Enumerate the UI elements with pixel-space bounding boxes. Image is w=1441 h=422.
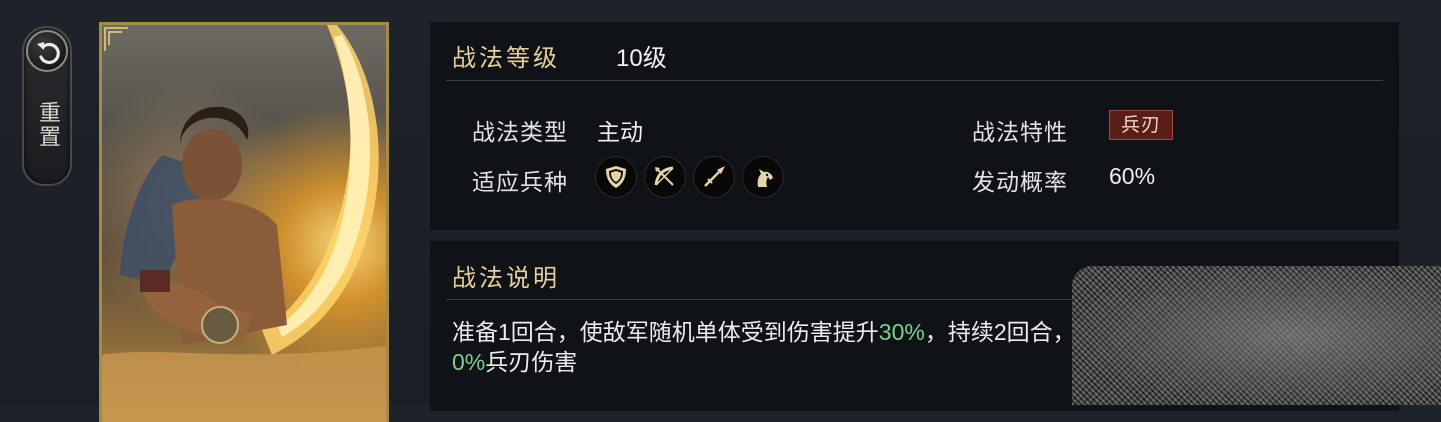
undo-icon[interactable] bbox=[26, 30, 68, 72]
trait-label: 战法特性 bbox=[972, 119, 1068, 145]
rate-value: 60% bbox=[1109, 163, 1156, 189]
type-value: 主动 bbox=[597, 119, 643, 145]
type-label: 战法类型 bbox=[472, 119, 568, 145]
description-segment: ，持续2回合， bbox=[924, 319, 1076, 345]
description-highlight: 0% bbox=[452, 349, 486, 375]
units-label: 适应兵种 bbox=[472, 169, 568, 195]
obscured-overlay bbox=[1072, 266, 1441, 405]
trait-badge: 兵刃 bbox=[1109, 110, 1173, 140]
description-segment: 准备1回合，使敌军随机单体受到伤害提升 bbox=[452, 319, 879, 345]
description-highlight: 30% bbox=[878, 319, 925, 345]
shield-icon bbox=[596, 157, 636, 197]
skill-card-portrait bbox=[99, 22, 389, 422]
skill-info-panel: 战法等级 10级 战法类型 主动 战法特性 兵刃 适应兵种 发动概率 60% bbox=[430, 22, 1399, 230]
reset-label: 重置 bbox=[35, 101, 60, 149]
reset-button[interactable]: 重置 bbox=[22, 26, 72, 186]
bow-icon bbox=[645, 157, 685, 197]
description-segment: 兵刃伤害 bbox=[485, 349, 578, 375]
spear-icon bbox=[694, 157, 734, 197]
warrior-illustration bbox=[102, 25, 386, 422]
divider bbox=[446, 80, 1383, 81]
level-heading: 战法等级 bbox=[452, 44, 560, 72]
horse-icon bbox=[743, 157, 783, 197]
rate-label: 发动概率 bbox=[972, 169, 1068, 195]
level-value: 10级 bbox=[616, 45, 667, 72]
description-heading: 战法说明 bbox=[452, 264, 560, 292]
